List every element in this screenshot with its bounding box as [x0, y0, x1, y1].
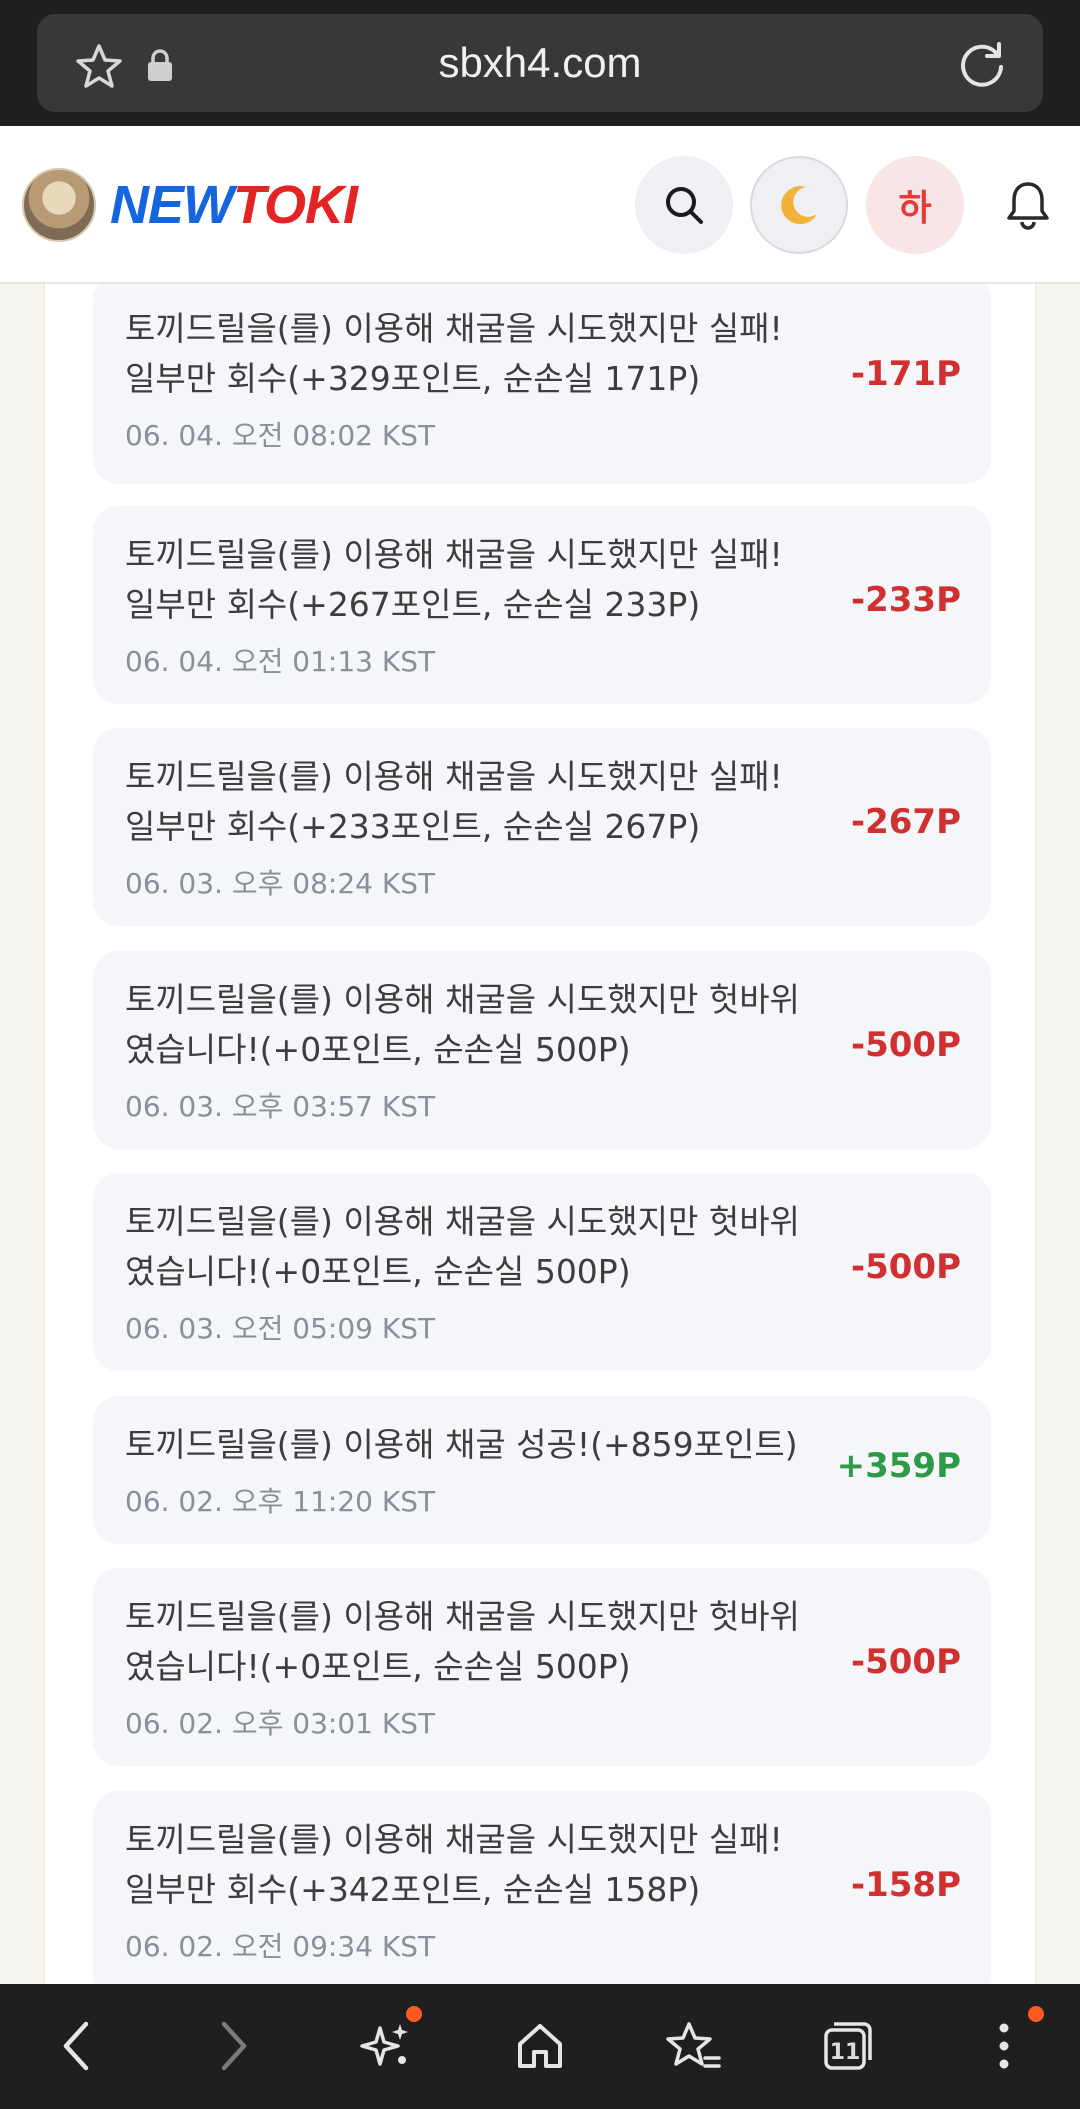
tabs-button[interactable]: 11 — [812, 2010, 884, 2082]
moon-icon — [781, 186, 817, 225]
browser-toolbar: sbxh4.com — [0, 0, 1080, 126]
list-item: 토끼드릴을(를) 이용해 채굴 성공!(+859포인트) 06. 02. 오후 … — [93, 1396, 991, 1544]
notification-dot — [406, 2006, 422, 2022]
item-amount: -500P — [850, 1642, 961, 1682]
search-icon — [666, 187, 703, 224]
bookmarks-button[interactable] — [657, 2010, 729, 2082]
item-amount: -500P — [850, 1247, 961, 1287]
item-text-line1: 토끼드릴을(를) 이용해 채굴을 시도했지만 실패! — [125, 535, 783, 574]
home-button[interactable] — [504, 2010, 576, 2082]
browser-bottom-bar: 11 — [0, 1984, 1080, 2109]
item-text-line2: 일부만 회수(+233포인트, 순손실 267P) — [125, 807, 701, 846]
item-text-line2: 였습니다!(+0포인트, 순손실 500P) — [125, 1030, 631, 1069]
logo-new: NEW — [110, 175, 234, 235]
item-text-line2: 였습니다!(+0포인트, 순손실 500P) — [125, 1252, 631, 1291]
item-amount: -500P — [850, 1025, 961, 1065]
home-icon — [518, 2024, 562, 2068]
item-text-line1: 토끼드릴을(를) 이용해 채굴을 시도했지만 헛바위 — [125, 980, 800, 1019]
item-amount: -267P — [850, 802, 961, 842]
forward-icon — [221, 2021, 247, 2071]
bell-icon[interactable] — [1004, 178, 1052, 232]
list-item: 토끼드릴을(를) 이용해 채굴을 시도했지만 헛바위 였습니다!(+0포인트, … — [93, 1173, 991, 1371]
logo-toki: TOKI — [232, 175, 358, 235]
item-text-line1: 토끼드릴을(를) 이용해 채굴을 시도했지만 실패! — [125, 309, 783, 348]
more-icon — [999, 2023, 1009, 2069]
item-date: 06. 03. 오후 08:24 KST — [125, 867, 436, 900]
item-date: 06. 04. 오전 08:02 KST — [125, 419, 436, 452]
list-item: 토끼드릴을(를) 이용해 채굴을 시도했지만 실패! 일부만 회수(+233포인… — [93, 728, 991, 926]
list-item: 토끼드릴을(를) 이용해 채굴을 시도했지만 헛바위 였습니다!(+0포인트, … — [93, 951, 991, 1149]
item-amount: -233P — [850, 580, 961, 620]
item-amount: -171P — [850, 354, 961, 394]
item-date: 06. 04. 오전 01:13 KST — [125, 645, 436, 678]
item-text-line1: 토끼드릴을(를) 이용해 채굴을 시도했지만 실패! — [125, 757, 783, 796]
item-text-line1: 토끼드릴을(를) 이용해 채굴을 시도했지만 실패! — [125, 1820, 783, 1859]
item-amount: -158P — [850, 1865, 961, 1905]
point-history-list: 토끼드릴을(를) 이용해 채굴을 시도했지만 실패! 일부만 회수(+329포인… — [43, 284, 1037, 1984]
item-date: 06. 02. 오후 03:01 KST — [125, 1707, 436, 1740]
reload-icon[interactable] — [957, 40, 1007, 90]
list-item: 토끼드릴을(를) 이용해 채굴을 시도했지만 실패! 일부만 회수(+267포인… — [93, 506, 991, 704]
item-text-line2: 일부만 회수(+329포인트, 순손실 171P) — [125, 359, 701, 398]
item-date: 06. 03. 오후 03:57 KST — [125, 1090, 436, 1123]
language-button[interactable]: 하 — [866, 156, 964, 254]
address-bar[interactable]: sbxh4.com — [37, 14, 1043, 112]
item-date: 06. 03. 오전 05:09 KST — [125, 1312, 436, 1345]
notification-dot — [1028, 2006, 1044, 2022]
forward-button[interactable] — [198, 2010, 270, 2082]
search-button[interactable] — [635, 156, 733, 254]
list-item: 토끼드릴을(를) 이용해 채굴을 시도했지만 헛바위 였습니다!(+0포인트, … — [93, 1568, 991, 1766]
item-text-line1: 토끼드릴을(를) 이용해 채굴 성공!(+859포인트) — [125, 1425, 798, 1464]
site-logo[interactable]: NEWTOKI — [110, 174, 358, 236]
site-logo-image[interactable] — [22, 168, 96, 242]
item-text-line2: 일부만 회수(+342포인트, 순손실 158P) — [125, 1870, 701, 1909]
back-button[interactable] — [40, 2010, 112, 2082]
dark-mode-button[interactable] — [750, 156, 848, 254]
list-item: 토끼드릴을(를) 이용해 채굴을 시도했지만 실패! 일부만 회수(+329포인… — [93, 284, 991, 484]
item-text-line1: 토끼드릴을(를) 이용해 채굴을 시도했지만 헛바위 — [125, 1597, 800, 1636]
tab-count: 11 — [829, 2040, 861, 2065]
site-header: NEWTOKI 하 — [0, 126, 1080, 284]
item-text-line2: 였습니다!(+0포인트, 순손실 500P) — [125, 1647, 631, 1686]
back-icon — [63, 2021, 89, 2071]
item-text-line1: 토끼드릴을(를) 이용해 채굴을 시도했지만 헛바위 — [125, 1202, 800, 1241]
language-label: 하 — [898, 188, 932, 229]
item-date: 06. 02. 오후 11:20 KST — [125, 1485, 436, 1518]
bookmarks-icon — [666, 2022, 721, 2068]
more-button[interactable] — [968, 2006, 1044, 2082]
sparkle-icon — [360, 2024, 408, 2066]
assistant-button[interactable] — [350, 2006, 422, 2082]
item-date: 06. 02. 오전 09:34 KST — [125, 1930, 436, 1963]
item-text-line2: 일부만 회수(+267포인트, 순손실 233P) — [125, 585, 701, 624]
list-item: 토끼드릴을(를) 이용해 채굴을 시도했지만 실패! 일부만 회수(+342포인… — [93, 1791, 991, 1984]
item-amount: +359P — [836, 1446, 961, 1486]
url-text[interactable]: sbxh4.com — [37, 14, 1043, 112]
